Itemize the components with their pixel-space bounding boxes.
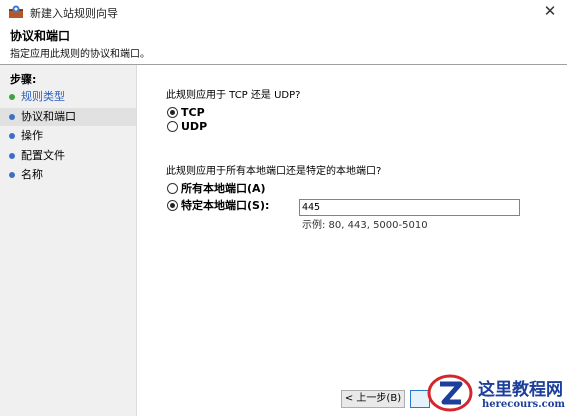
step-profile[interactable]: 配置文件 xyxy=(0,147,136,165)
step-protocol-and-ports[interactable]: 协议和端口 xyxy=(0,108,136,126)
step-label: 操作 xyxy=(21,129,43,142)
content-panel: 此规则应用于 TCP 还是 UDP? TCP UDP 此规则应用于所有本地端口还… xyxy=(138,65,567,416)
page-header: 协议和端口 指定应用此规则的协议和端口。 xyxy=(0,24,567,64)
ports-example-hint: 示例: 80, 443, 5000-5010 xyxy=(302,220,428,231)
step-name[interactable]: 名称 xyxy=(0,166,136,184)
radio-label: 所有本地端口(A) xyxy=(181,182,266,195)
step-status-icon xyxy=(9,172,15,178)
specific-ports-input[interactable]: 445 xyxy=(299,199,520,216)
step-status-icon xyxy=(9,133,15,139)
radio-all-local-ports[interactable]: 所有本地端口(A) xyxy=(166,182,366,196)
radio-udp[interactable]: UDP xyxy=(166,120,366,134)
back-button[interactable]: < 上一步(B) xyxy=(341,390,405,408)
radio-unselected-icon xyxy=(167,183,178,194)
watermark-logo-icon xyxy=(427,374,473,412)
step-status-icon xyxy=(9,114,15,120)
step-label: 名称 xyxy=(21,168,43,181)
step-action[interactable]: 操作 xyxy=(0,127,136,145)
radio-unselected-icon xyxy=(167,121,178,132)
step-status-icon xyxy=(9,153,15,159)
step-label: 规则类型 xyxy=(21,90,65,103)
close-button[interactable]: ✕ xyxy=(533,0,567,24)
window-title: 新建入站规则向导 xyxy=(30,7,118,20)
title-bar: 新建入站规则向导 ✕ xyxy=(0,0,567,24)
step-label: 配置文件 xyxy=(21,149,65,162)
protocol-question: 此规则应用于 TCP 还是 UDP? xyxy=(166,90,301,101)
radio-selected-icon xyxy=(167,107,178,118)
page-subtitle: 指定应用此规则的协议和端口。 xyxy=(10,49,150,60)
watermark-text-cn: 这里教程网 xyxy=(478,380,563,400)
radio-label: TCP xyxy=(181,106,205,119)
steps-title: 步骤: xyxy=(10,73,37,86)
radio-selected-icon xyxy=(167,200,178,211)
step-rule-type[interactable]: 规则类型 xyxy=(0,88,136,106)
step-label: 协议和端口 xyxy=(21,110,76,123)
watermark-text-en: herecours.com xyxy=(482,399,566,410)
radio-label: UDP xyxy=(181,120,208,133)
site-watermark: 这里教程网 herecours.com xyxy=(420,370,567,416)
page-title: 协议和端口 xyxy=(10,29,71,43)
ports-question: 此规则应用于所有本地端口还是特定的本地端口? xyxy=(166,166,382,177)
step-status-icon xyxy=(9,94,15,100)
radio-label: 特定本地端口(S): xyxy=(181,199,270,212)
close-icon: ✕ xyxy=(543,2,557,20)
radio-tcp[interactable]: TCP xyxy=(166,106,366,120)
steps-panel: 步骤: 规则类型 协议和端口 操作 配置文件 名称 xyxy=(0,65,137,416)
firewall-app-icon xyxy=(9,5,23,18)
